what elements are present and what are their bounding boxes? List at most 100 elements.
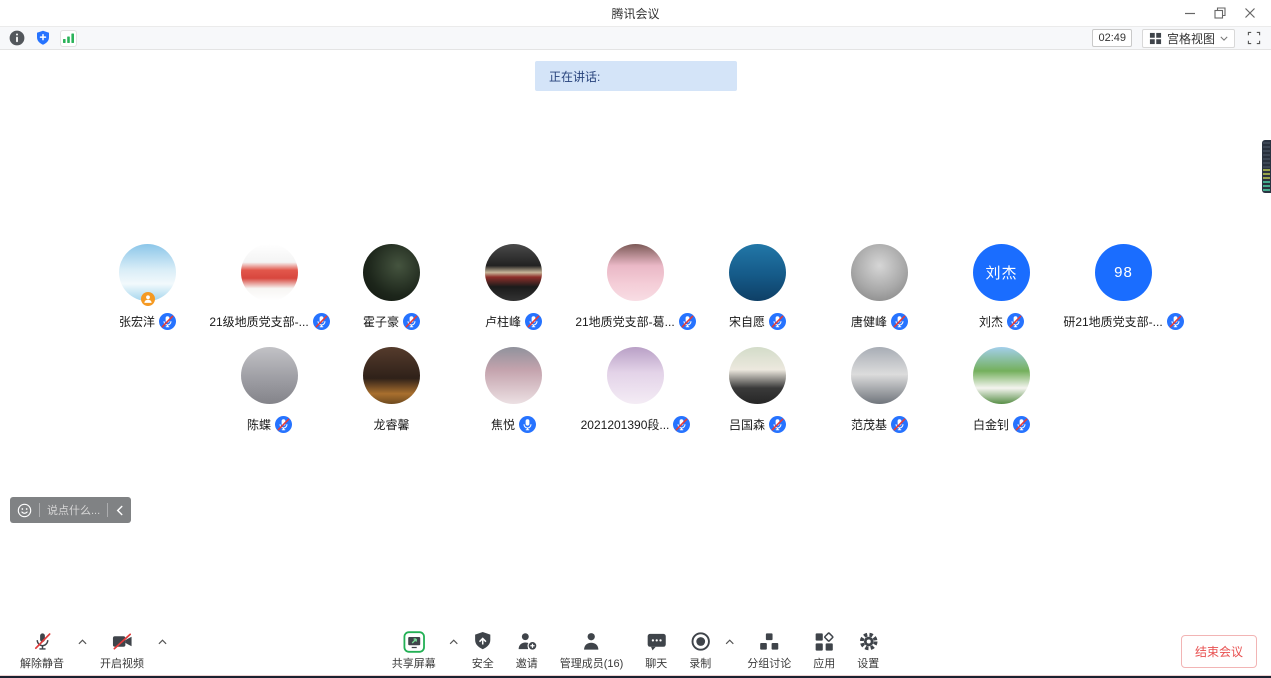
close-icon (1244, 7, 1256, 19)
participant-tile[interactable]: 21地质党支部-葛... (575, 244, 697, 330)
mic-muted-icon (679, 313, 696, 330)
settings-button[interactable]: 设置 (849, 631, 887, 671)
apps-icon (814, 632, 834, 652)
record-options-button[interactable] (723, 631, 735, 652)
participant-tile[interactable]: 宋自愿 (697, 244, 819, 330)
host-badge-icon (141, 292, 155, 306)
apps-button[interactable]: 应用 (805, 631, 843, 671)
invite-button[interactable]: 邀请 (508, 631, 546, 671)
chevron-up-icon (158, 639, 167, 645)
avatar (851, 347, 908, 404)
participant-tile[interactable]: 范茂基 (819, 347, 941, 433)
end-meeting-button[interactable]: 结束会议 (1181, 635, 1257, 668)
participant-tile[interactable]: 陈蝶 (209, 347, 331, 433)
minimize-icon (1184, 7, 1196, 19)
maximize-button[interactable] (1205, 0, 1235, 26)
chat-button[interactable]: 聊天 (637, 631, 675, 671)
chat-quick-bar: 说点什么... (10, 497, 131, 523)
start-video-label: 开启视频 (100, 655, 144, 671)
participant-name: 白金钊 (973, 416, 1009, 433)
video-options-button[interactable] (156, 631, 168, 652)
participant-tile[interactable]: 唐健峰 (819, 244, 941, 330)
avatar (363, 244, 420, 301)
avatar (729, 244, 786, 301)
participant-tile[interactable]: 刘杰 刘杰 (941, 244, 1063, 330)
participant-tile[interactable]: 21级地质党支部-... (209, 244, 331, 330)
title-bar: 腾讯会议 (0, 0, 1271, 26)
close-button[interactable] (1235, 0, 1265, 26)
participant-row: 张宏洋 21级地质党支部-... 霍子豪 卢柱峰 (0, 244, 1271, 330)
mic-muted-icon (1013, 416, 1030, 433)
avatar (607, 347, 664, 404)
meeting-info-icon (9, 30, 25, 46)
security-button[interactable]: 安全 (464, 631, 502, 671)
invite-icon (516, 631, 538, 652)
smiley-icon (17, 503, 32, 518)
fullscreen-icon (1247, 31, 1261, 45)
avatar (973, 347, 1030, 404)
emoji-button[interactable] (17, 503, 32, 518)
chevron-up-icon (725, 639, 734, 645)
share-options-button[interactable] (448, 631, 460, 652)
participant-name: 研21地质党支部-... (1063, 313, 1162, 330)
participant-tile[interactable]: 吕国森 (697, 347, 819, 433)
record-button[interactable]: 录制 (681, 631, 719, 671)
participant-name: 吕国森 (729, 416, 765, 433)
volume-meter (1262, 140, 1271, 193)
avatar (363, 347, 420, 404)
camera-off-icon (111, 631, 134, 652)
avatar: 98 (1095, 244, 1152, 301)
share-screen-button[interactable]: 共享屏幕 (384, 631, 444, 671)
minimize-button[interactable] (1175, 0, 1205, 26)
mic-muted-icon (769, 313, 786, 330)
chevron-up-icon (78, 639, 87, 645)
speaking-banner: 正在讲话: (535, 61, 737, 91)
security-shield-icon (35, 30, 51, 46)
chat-collapse-button[interactable] (115, 505, 124, 516)
mic-muted-icon (32, 631, 53, 652)
avatar-initials: 98 (1114, 264, 1133, 281)
mute-options-button[interactable] (76, 631, 88, 652)
participant-tile[interactable]: 98 研21地质党支部-... (1063, 244, 1185, 330)
mic-muted-icon (313, 313, 330, 330)
avatar (485, 244, 542, 301)
meeting-info-button[interactable] (8, 30, 25, 47)
participant-tile[interactable]: 张宏洋 (87, 244, 209, 330)
participant-tile[interactable]: 焦悦 (453, 347, 575, 433)
avatar (485, 347, 542, 404)
avatar (607, 244, 664, 301)
participant-tile[interactable]: 2021201390段... (575, 347, 697, 433)
share-screen-icon (403, 631, 425, 653)
avatar (119, 244, 176, 301)
participant-name: 21地质党支部-葛... (575, 313, 674, 330)
fullscreen-button[interactable] (1245, 29, 1263, 47)
manage-members-button[interactable]: 管理成员(16) (552, 631, 632, 671)
participant-tile[interactable]: 龙睿馨 (331, 347, 453, 433)
layout-view-button[interactable]: 宫格视图 (1142, 29, 1235, 48)
chat-input[interactable]: 说点什么... (47, 502, 100, 518)
window-controls (1175, 0, 1265, 26)
members-icon (582, 631, 602, 652)
network-quality-button[interactable] (60, 30, 77, 47)
participant-tile[interactable]: 白金钊 (941, 347, 1063, 433)
caret-down-icon (1220, 36, 1228, 41)
avatar (241, 347, 298, 404)
meeting-security-button[interactable] (34, 30, 51, 47)
meeting-timer: 02:49 (1092, 29, 1132, 47)
chat-icon (646, 632, 667, 652)
participant-tile[interactable]: 霍子豪 (331, 244, 453, 330)
grid-view-icon (1149, 32, 1162, 45)
unmute-button[interactable]: 解除静音 (12, 631, 72, 671)
mic-muted-icon (891, 313, 908, 330)
breakout-rooms-button[interactable]: 分组讨论 (739, 631, 799, 671)
mic-muted-icon (769, 416, 786, 433)
mic-on-icon (519, 416, 536, 433)
start-video-button[interactable]: 开启视频 (92, 631, 152, 671)
participant-name: 霍子豪 (363, 313, 399, 330)
participant-row: 陈蝶 龙睿馨 焦悦 2021201390段... (0, 347, 1271, 433)
participant-name: 范茂基 (851, 416, 887, 433)
participant-tile[interactable]: 卢柱峰 (453, 244, 575, 330)
bottom-toolbar: 解除静音 开启视频 共享屏幕 安全 (0, 632, 1271, 676)
participant-name: 刘杰 (979, 313, 1003, 330)
divider (39, 503, 40, 517)
